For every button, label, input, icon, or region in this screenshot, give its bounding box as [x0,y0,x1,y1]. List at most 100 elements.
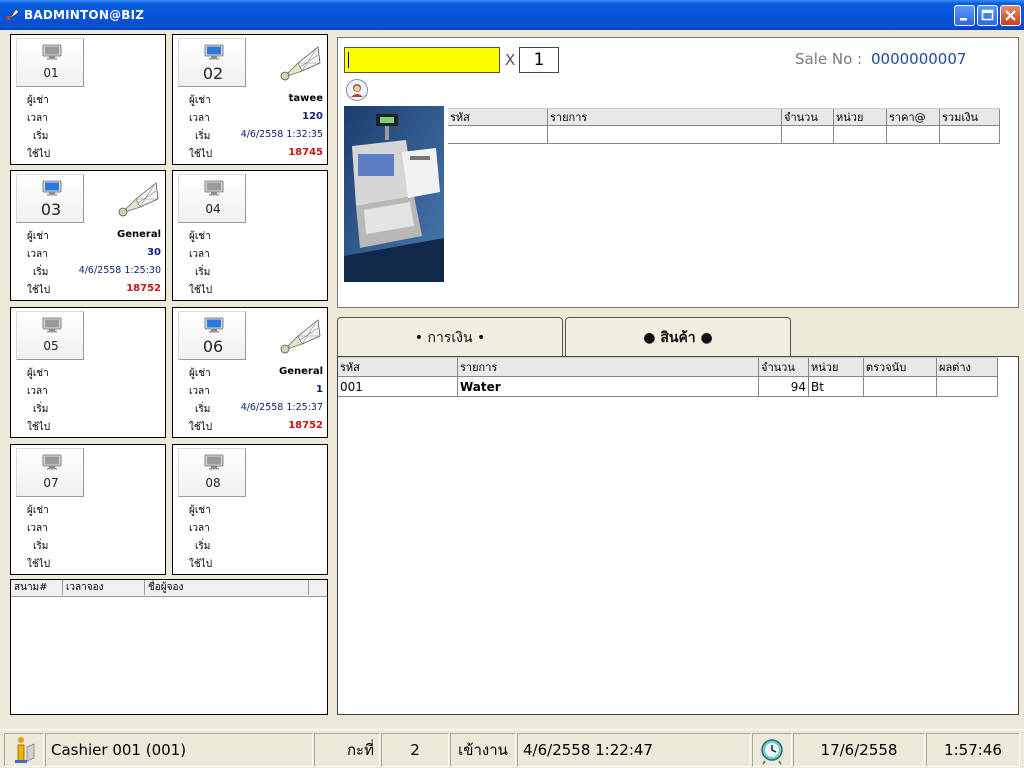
close-icon [1005,10,1016,21]
multiply-sign: X [505,51,516,69]
sale-grid-column-header[interactable]: ราคา@ [887,109,940,127]
sale-panel: X 1 Sale No : 0000000007 รหัส รายการ จำน… [337,37,1019,308]
goods-grid-column-header[interactable]: ตรวจนับ [864,358,937,378]
monitor-icon [42,454,62,470]
monitor-icon [204,44,224,60]
court-button[interactable]: 07 [16,448,84,497]
court-used-value: 18752 [126,283,161,294]
column-booker-name[interactable]: ชื่อผู้จอง [145,580,309,595]
goods-grid-column-header[interactable]: ผลต่าง [937,358,998,378]
sale-no-value: 0000000007 [871,50,967,68]
court-label-start: เริ่ม [195,267,211,278]
title-bar[interactable]: BADMINTON@BIZ [0,0,1024,30]
court-panel[interactable]: 05 ผู้เช่า เวลา เริ่ม ใช้ไป [10,307,166,438]
booking-grid-header: สนาม# เวลาจอง ชื่อผู้จอง [11,580,327,597]
goods-panel: รหัส รายการ จำนวน หน่วย ตรวจนับ ผลต่าง 001 Wate… [337,356,1019,715]
info-button[interactable] [4,733,44,767]
court-panel[interactable]: 01 ผู้เช่า เวลา เริ่ม ใช้ไป [10,34,166,165]
current-date: 17/6/2558 [793,733,925,767]
monitor-icon [204,317,224,333]
goods-grid-column-header[interactable]: จำนวน [759,358,809,378]
goods-grid-column-header[interactable]: รหัส [338,358,458,378]
court-label-renter: ผู้เช่า [189,368,211,379]
court-label-start: เริ่ม [33,131,49,142]
court-label-renter: ผู้เช่า [27,368,49,379]
court-label-used: ใช้ไป [27,559,51,570]
goods-grid-column-header[interactable]: หน่วย [809,358,864,378]
court-label-start: เริ่ม [195,541,211,552]
sale-grid-column-header[interactable]: รหัส [448,109,548,127]
court-panel[interactable]: 03 ผู้เช่า General เวลา 30 เริ่ม 4/6/2558 1:25… [10,170,166,301]
court-panel[interactable]: 07 ผู้เช่า เวลา เริ่ม ใช้ไป [10,444,166,575]
alarm-clock-button[interactable] [752,733,792,767]
court-button[interactable]: 01 [16,38,84,87]
court-button[interactable]: 02 [178,38,246,87]
sale-grid-cell [940,126,1000,144]
sale-grid-row[interactable] [448,126,1000,144]
column-court[interactable]: สนาม# [11,580,63,595]
sale-grid-column-header[interactable]: รายการ [548,109,782,127]
maximize-button[interactable] [977,5,998,26]
sale-grid-column-header[interactable]: รวมเงิน [940,109,1000,127]
court-label-used: ใช้ไป [189,422,213,433]
goods-grid-header: รหัส รายการ จำนวน หน่วย ตรวจนับ ผลต่าง [338,357,998,378]
customer-button[interactable] [346,79,368,101]
court-button[interactable]: 05 [16,311,84,360]
tab-money[interactable]: • การเงิน • [337,317,563,357]
court-label-renter: ผู้เช่า [27,505,49,516]
court-renter-value: General [117,229,161,240]
goods-grid-cell [864,377,937,397]
court-renter-value: tawee [288,93,323,104]
court-number: 05 [43,339,59,353]
minimize-button[interactable] [954,5,975,26]
court-label-used: ใช้ไป [27,149,51,160]
court-button[interactable]: 08 [178,448,246,497]
quantity-input[interactable]: 1 [519,47,559,73]
shuttlecock-icon [280,46,321,81]
court-number: 03 [40,200,62,219]
login-label: เข้างาน [450,733,516,767]
court-label-time: เวลา [27,386,48,397]
goods-grid-cell: 001 [338,377,458,397]
sale-grid-cell [548,126,782,144]
goods-grid-row[interactable]: 001 Water 94 Bt [338,377,998,397]
court-time-value: 1 [316,384,323,395]
goods-grid-cell: 94 [759,377,809,397]
court-start-value: 4/6/2558 1:25:37 [240,402,323,413]
court-panel[interactable]: 08 ผู้เช่า เวลา เริ่ม ใช้ไป [172,444,328,575]
goods-grid-cell [937,377,998,397]
court-number: 06 [202,337,224,356]
court-label-used: ใช้ไป [27,422,51,433]
court-panel[interactable]: 02 ผู้เช่า tawee เวลา 120 เริ่ม 4/6/2558 1:32:… [172,34,328,165]
court-start-value: 4/6/2558 1:25:30 [78,265,161,276]
court-time-value: 30 [147,247,161,258]
court-label-renter: ผู้เช่า [189,95,211,106]
court-label-renter: ผู้เช่า [27,231,49,242]
maximize-icon [981,9,994,21]
goods-grid[interactable]: รหัส รายการ จำนวน หน่วย ตรวจนับ ผลต่าง 001 Wate… [338,357,998,397]
sale-grid-column-header[interactable]: จำนวน [782,109,834,127]
booking-grid[interactable]: สนาม# เวลาจอง ชื่อผู้จอง [10,579,328,715]
court-used-value: 18752 [288,420,323,431]
court-panel[interactable]: 04 ผู้เช่า เวลา เริ่ม ใช้ไป [172,170,328,301]
shuttlecock-icon [118,182,159,217]
court-label-start: เริ่ม [195,131,211,142]
court-button[interactable]: 06 [178,311,246,360]
sale-grid-column-header[interactable]: หน่วย [834,109,887,127]
court-label-time: เวลา [27,249,48,260]
user-icon [351,84,363,97]
sale-items-grid[interactable]: รหัส รายการ จำนวน หน่วย ราคา@ รวมเงิน [448,108,1000,144]
column-booking-time[interactable]: เวลาจอง [63,580,145,595]
sale-grid-cell [782,126,834,144]
goods-grid-column-header[interactable]: รายการ [458,358,759,378]
court-panel[interactable]: 06 ผู้เช่า General เวลา 1 เริ่ม 4/6/2558 1:25:… [172,307,328,438]
court-button[interactable]: 04 [178,174,246,223]
sale-no-label: Sale No : [795,50,863,68]
close-button[interactable] [1000,5,1021,26]
court-button[interactable]: 03 [16,174,84,223]
app-shuttlecock-icon [6,8,20,20]
court-label-start: เริ่ม [33,541,49,552]
shift-number: 2 [381,733,449,767]
tab-goods[interactable]: ● สินค้า ● [565,317,791,357]
barcode-input[interactable] [344,47,500,73]
